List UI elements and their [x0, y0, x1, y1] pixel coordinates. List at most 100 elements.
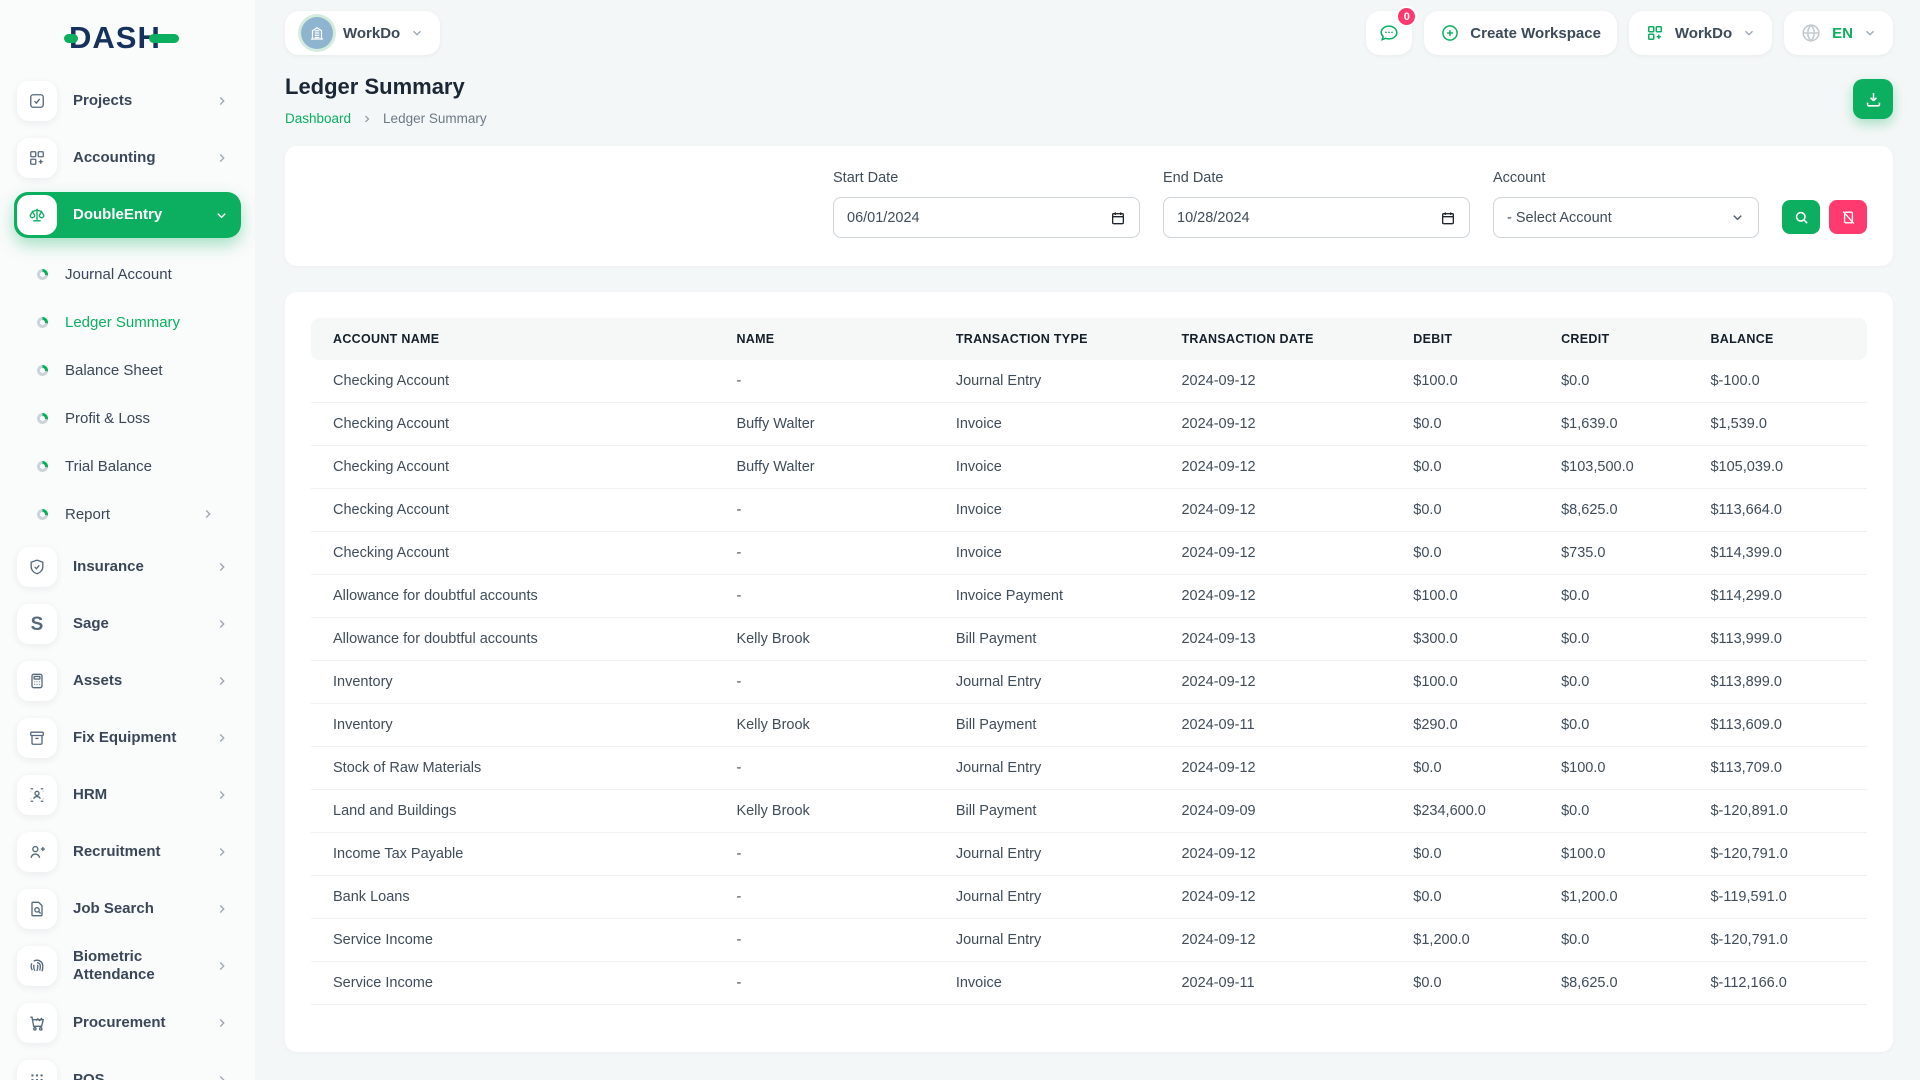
end-date-label: End Date [1163, 170, 1470, 186]
create-workspace-label: Create Workspace [1470, 25, 1601, 42]
workspace-switcher[interactable]: WorkDo [285, 11, 440, 55]
table-cell: $0.0 [1403, 833, 1551, 876]
language-selector[interactable]: EN [1784, 11, 1893, 55]
table-cell: Invoice [946, 446, 1172, 489]
column-header-transaction-type: TRANSACTION TYPE [946, 318, 1172, 360]
table-cell: - [726, 360, 945, 403]
chat-icon [1378, 22, 1400, 44]
table-cell: - [726, 575, 945, 618]
table-cell: 2024-09-12 [1171, 876, 1403, 919]
download-button[interactable] [1853, 79, 1893, 119]
sidebar-subitem-label: Trial Balance [65, 458, 152, 475]
sidebar-item-biometric-attendance[interactable]: Biometric Attendance [14, 943, 241, 989]
end-date-field: End Date 10/28/2024 [1163, 170, 1470, 238]
sidebar-item-pos[interactable]: POS [14, 1057, 241, 1080]
sidebar-item-recruitment[interactable]: Recruitment [14, 829, 241, 875]
sidebar-subitem-label: Profit & Loss [65, 410, 150, 427]
table-cell: $234,600.0 [1403, 790, 1551, 833]
account-select[interactable]: - Select Account [1493, 197, 1759, 238]
bullet-icon [37, 413, 48, 424]
table-row: Checking AccountBuffy WalterInvoice2024-… [311, 446, 1867, 489]
table-cell: $0.0 [1403, 403, 1551, 446]
sidebar-item-label: Job Search [73, 900, 199, 918]
sidebar-item-assets[interactable]: Assets [14, 658, 241, 704]
search-button[interactable] [1782, 200, 1820, 234]
sidebar-item-insurance[interactable]: Insurance [14, 544, 241, 590]
end-date-input[interactable]: 10/28/2024 [1163, 197, 1470, 238]
chevron-down-icon [1863, 26, 1877, 40]
table-cell: Kelly Brook [726, 704, 945, 747]
building-icon [301, 17, 333, 49]
chevron-right-icon [201, 507, 215, 521]
table-cell: $0.0 [1403, 747, 1551, 790]
breadcrumb: Dashboard Ledger Summary [285, 111, 1893, 126]
table-cell: Bill Payment [946, 704, 1172, 747]
bullet-icon [37, 365, 48, 376]
table-cell: $113,664.0 [1700, 489, 1867, 532]
chevron-right-icon [215, 1016, 229, 1030]
table-cell: Allowance for doubtful accounts [311, 575, 726, 618]
table-cell: - [726, 661, 945, 704]
table-row: Allowance for doubtful accounts-Invoice … [311, 575, 1867, 618]
sidebar-item-label: Accounting [73, 149, 199, 167]
table-cell: Stock of Raw Materials [311, 747, 726, 790]
sidebar-subitem-ledger-summary[interactable]: Ledger Summary [14, 298, 241, 346]
sidebar-item-fix-equipment[interactable]: Fix Equipment [14, 715, 241, 761]
shield-icon [17, 547, 57, 587]
calendar-icon[interactable] [1440, 210, 1456, 226]
sidebar-item-hrm[interactable]: HRM [14, 772, 241, 818]
table-cell: $-120,891.0 [1700, 790, 1867, 833]
sidebar-item-job-search[interactable]: Job Search [14, 886, 241, 932]
sidebar-item-doubleentry[interactable]: DoubleEntry [14, 192, 241, 238]
logo-accent-bar [149, 34, 179, 43]
sidebar-item-label: DoubleEntry [73, 206, 198, 224]
breadcrumb-dashboard-link[interactable]: Dashboard [285, 111, 351, 126]
table-cell: 2024-09-11 [1171, 962, 1403, 1005]
sidebar-subitem-journal-account[interactable]: Journal Account [14, 250, 241, 298]
table-cell: Land and Buildings [311, 790, 726, 833]
column-header-account-name: ACCOUNT NAME [311, 318, 726, 360]
start-date-field: Start Date 06/01/2024 [833, 170, 1140, 238]
chevron-down-icon [410, 26, 424, 40]
chevron-down-icon [1742, 26, 1756, 40]
topbar: WorkDo 0 Create Workspace [285, 8, 1893, 58]
brand-logo[interactable]: DASH [0, 0, 255, 74]
sidebar-item-accounting[interactable]: Accounting [14, 135, 241, 181]
calendar-icon[interactable] [1110, 210, 1126, 226]
table-cell: Service Income [311, 962, 726, 1005]
sidebar-subitem-profit-loss[interactable]: Profit & Loss [14, 394, 241, 442]
sidebar-item-procurement[interactable]: Procurement [14, 1000, 241, 1046]
apps-menu-button[interactable]: WorkDo [1629, 11, 1772, 55]
ledger-table: ACCOUNT NAMENAMETRANSACTION TYPETRANSACT… [311, 318, 1867, 1005]
table-cell: $1,200.0 [1551, 876, 1700, 919]
table-cell: Journal Entry [946, 833, 1172, 876]
table-cell: $113,899.0 [1700, 661, 1867, 704]
table-cell: Checking Account [311, 446, 726, 489]
table-row: Land and BuildingsKelly BrookBill Paymen… [311, 790, 1867, 833]
chevron-right-icon [215, 560, 229, 574]
chevron-right-icon [215, 731, 229, 745]
table-cell: - [726, 833, 945, 876]
sidebar-item-sage[interactable]: SSage [14, 601, 241, 647]
bullet-icon [37, 509, 48, 520]
create-workspace-button[interactable]: Create Workspace [1424, 11, 1617, 55]
table-row: Checking Account-Invoice2024-09-12$0.0$7… [311, 532, 1867, 575]
table-cell: Inventory [311, 661, 726, 704]
brand-logo-text: DASH [64, 22, 179, 53]
reset-icon [1840, 209, 1857, 226]
bullet-icon [37, 317, 48, 328]
start-date-input[interactable]: 06/01/2024 [833, 197, 1140, 238]
sidebar-subitem-trial-balance[interactable]: Trial Balance [14, 442, 241, 490]
hrm-icon [17, 775, 57, 815]
table-cell: Invoice Payment [946, 575, 1172, 618]
reset-button[interactable] [1829, 200, 1867, 234]
table-cell: Checking Account [311, 360, 726, 403]
table-cell: 2024-09-12 [1171, 833, 1403, 876]
sidebar-item-projects[interactable]: Projects [14, 78, 241, 124]
messages-button[interactable]: 0 [1366, 11, 1412, 55]
sidebar-subitem-report[interactable]: Report [14, 490, 241, 538]
grid-plus-icon [17, 138, 57, 178]
sidebar-item-label: Assets [73, 672, 199, 690]
table-cell: Bank Loans [311, 876, 726, 919]
sidebar-subitem-balance-sheet[interactable]: Balance Sheet [14, 346, 241, 394]
